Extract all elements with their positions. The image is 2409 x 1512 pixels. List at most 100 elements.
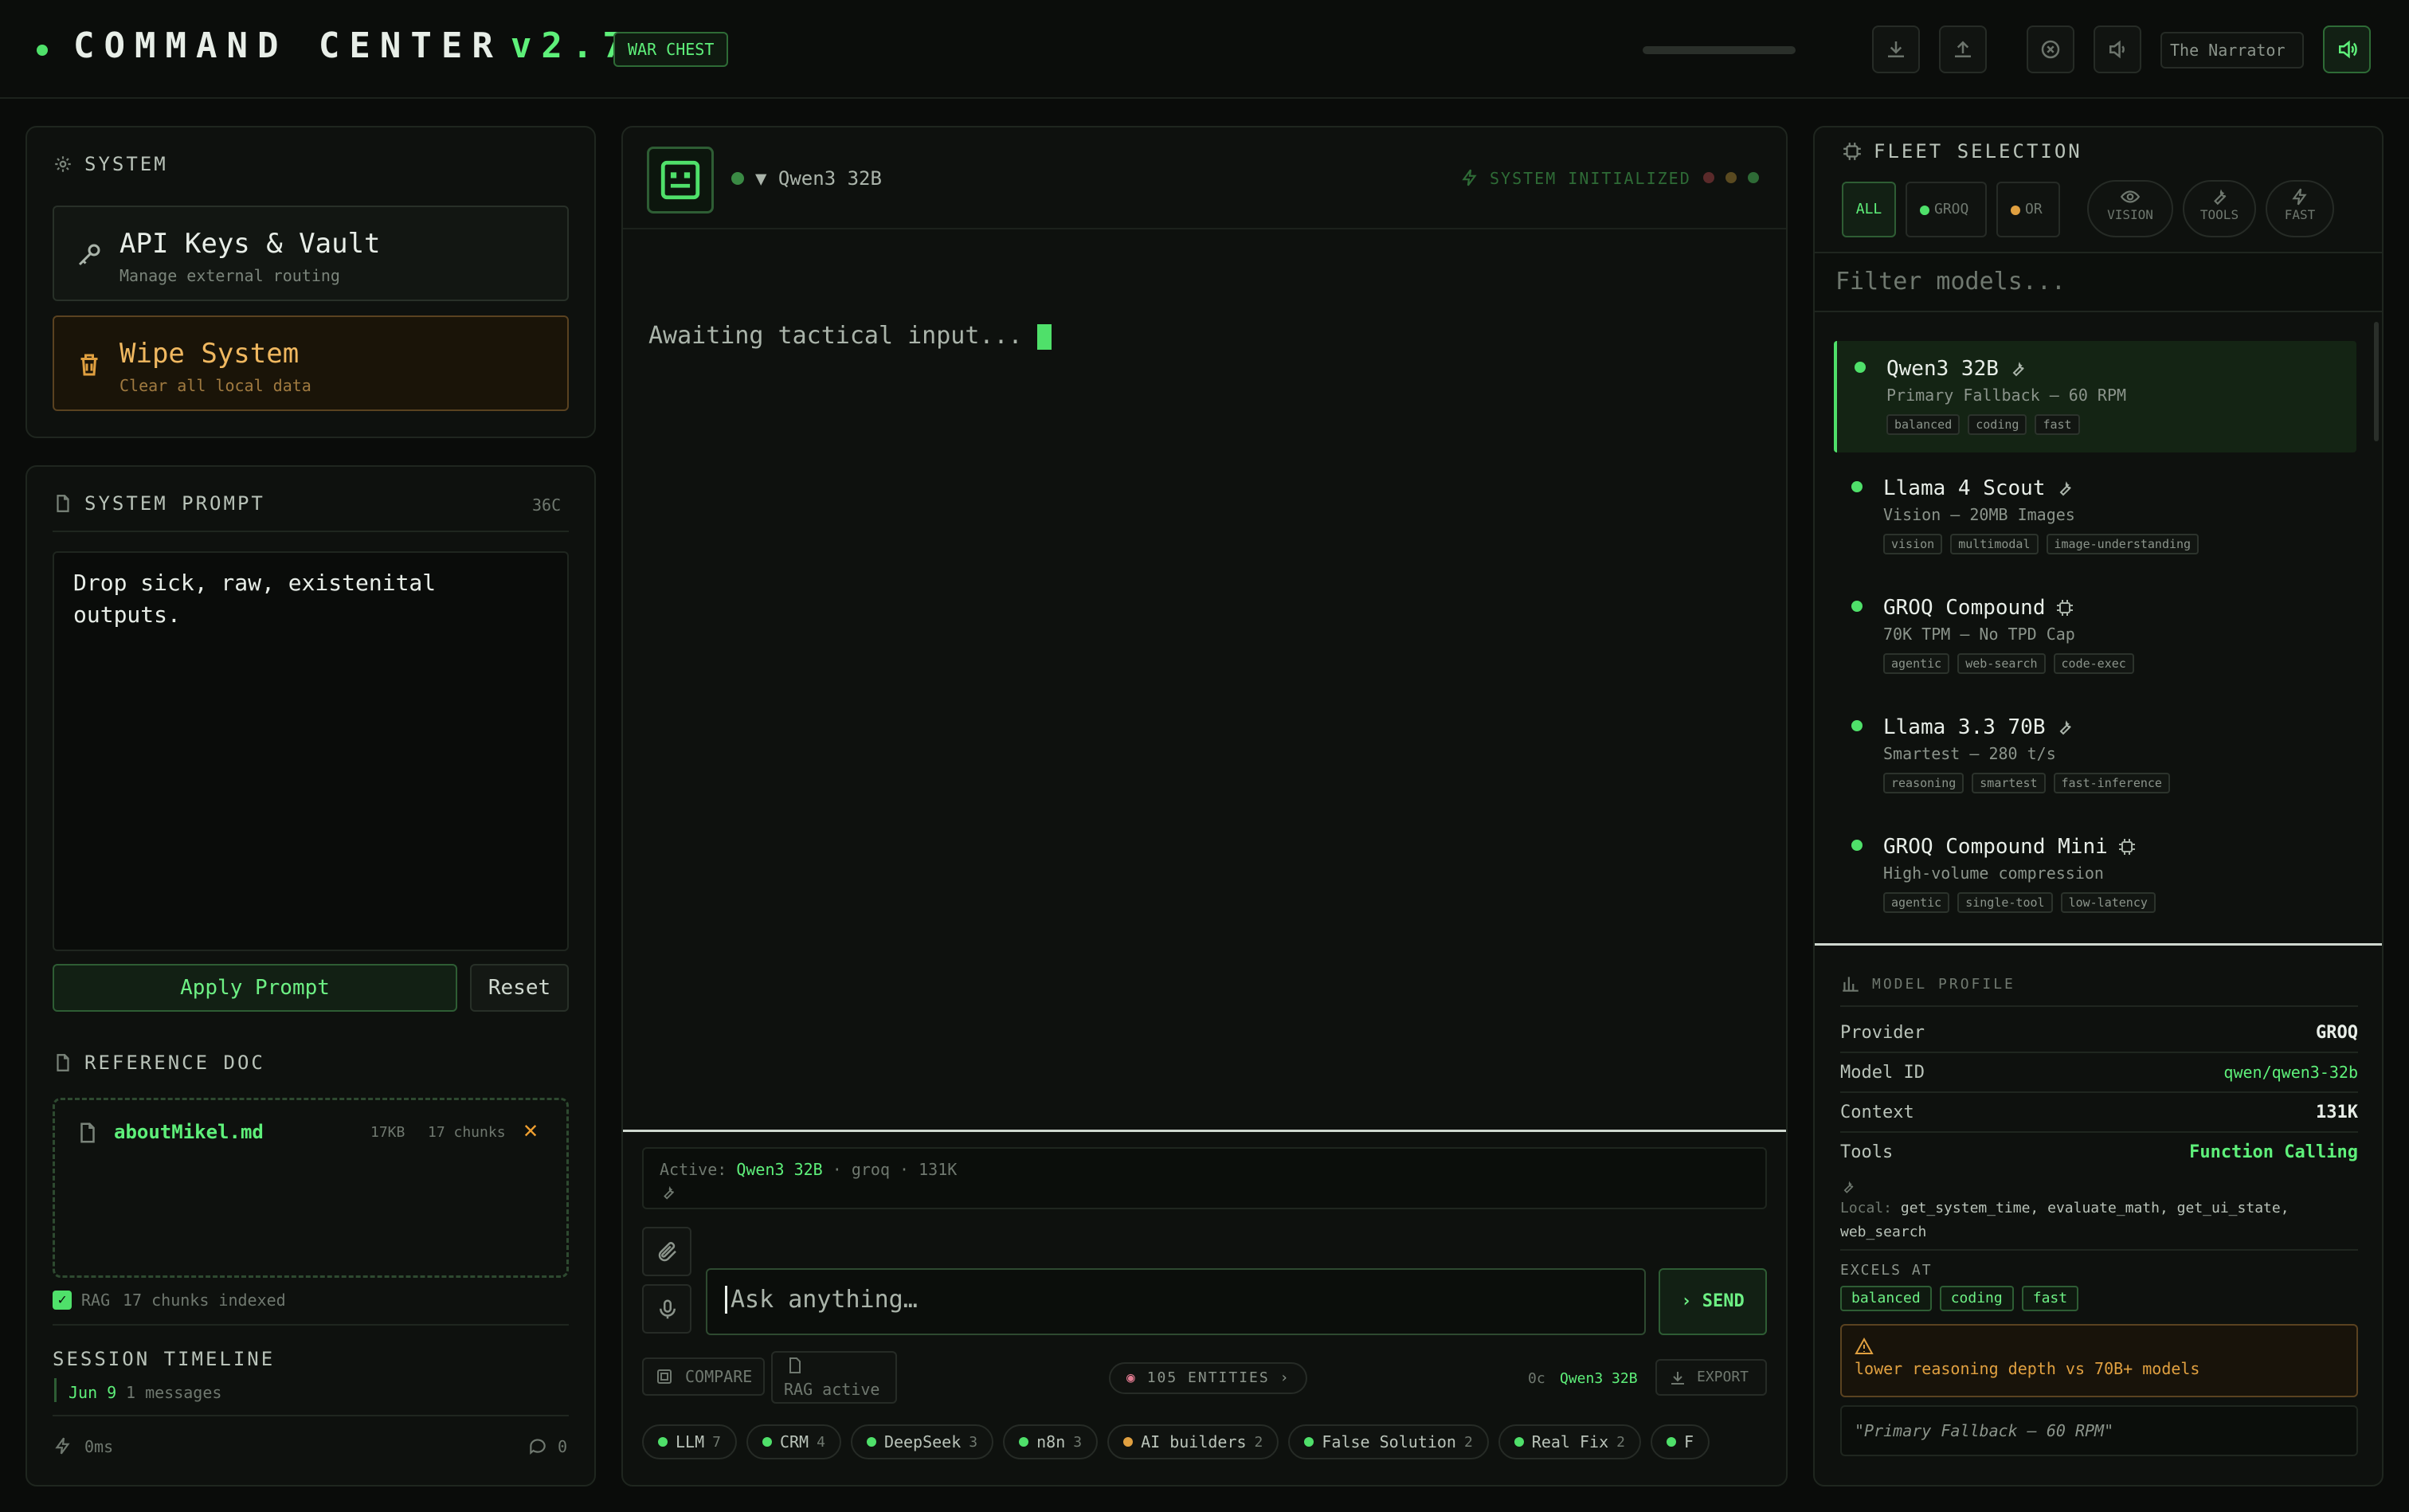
war-chest-badge[interactable]: WAR CHEST: [613, 32, 729, 67]
api-keys-button[interactable]: API Keys & Vault Manage external routing: [53, 206, 569, 301]
model-dropdown[interactable]: ▼ Qwen3 32B: [755, 167, 882, 190]
wipe-system-title: Wipe System: [119, 338, 300, 370]
model-item-llama-3-3-70b[interactable]: Llama 3.3 70B Smartest — 280 t/s reasoni…: [1834, 699, 2356, 811]
entity-chip-count: 2: [1463, 1433, 1473, 1451]
robot-avatar: [647, 147, 714, 213]
entity-chip[interactable]: DeepSeek 3: [850, 1424, 994, 1459]
profile-value: qwen/qwen3-32b: [2223, 1063, 2358, 1082]
divider: [1840, 1005, 2358, 1007]
model-tag: multimodal: [1950, 534, 2039, 554]
model-filter-placeholder: Filter models...: [1835, 268, 2066, 296]
rag-checkbox[interactable]: ✓: [53, 1291, 72, 1310]
profile-value: 131K: [2316, 1103, 2358, 1122]
remove-file-icon[interactable]: ✕: [523, 1116, 538, 1144]
entity-chip[interactable]: AI builders 2: [1107, 1424, 1279, 1459]
entity-chip-count: 2: [1254, 1433, 1263, 1451]
entity-chip[interactable]: False Solution 2: [1288, 1424, 1489, 1459]
model-tag: code-exec: [2053, 653, 2134, 674]
apply-prompt-button[interactable]: Apply Prompt: [53, 964, 457, 1012]
cap-vision[interactable]: VISION: [2087, 180, 2173, 237]
entity-chip[interactable]: LLM 7: [642, 1424, 737, 1459]
chip-icon: [1843, 143, 1861, 160]
model-name: GROQ Compound Mini: [1883, 835, 2137, 859]
model-item-groq-compound-mini[interactable]: GROQ Compound Mini High-volume compressi…: [1834, 819, 2356, 930]
model-item-groq-compound[interactable]: GROQ Compound 70K TPM — No TPD Cap agent…: [1834, 580, 2356, 691]
download-icon: [1671, 1372, 1684, 1385]
model-item-qwen3-32b[interactable]: Qwen3 32B Primary Fallback — 60 RPM bala…: [1834, 341, 2356, 452]
key-icon: [75, 241, 104, 269]
chat-input[interactable]: Ask anything…: [706, 1268, 1646, 1335]
entity-chip-count: 7: [712, 1433, 721, 1451]
model-name-text: Llama 3.3 70B: [1883, 715, 2046, 739]
scrollbar-thumb[interactable]: [2374, 322, 2379, 441]
wipe-system-button[interactable]: Wipe System Clear all local data: [53, 315, 569, 411]
send-button[interactable]: › SEND: [1659, 1268, 1767, 1335]
file-icon: [80, 1122, 95, 1143]
attach-button[interactable]: [642, 1227, 691, 1276]
filter-or[interactable]: OR: [1996, 182, 2060, 237]
entity-chip[interactable]: CRM 4: [746, 1424, 841, 1459]
model-filter-input[interactable]: Filter models...: [1815, 252, 2382, 312]
model-tag: web-search: [1957, 653, 2046, 674]
document-icon: [57, 495, 69, 512]
model-quote-text: "Primary Fallback — 60 RPM": [1855, 1421, 2114, 1440]
profile-row-provider: Provider GROQ: [1840, 1015, 2358, 1053]
divider: [53, 531, 569, 532]
reset-prompt-button[interactable]: Reset: [470, 964, 569, 1012]
wrench-icon: [1843, 1181, 1854, 1193]
entity-dot: [1666, 1437, 1676, 1447]
entity-chip-row: LLM 7 CRM 4 DeepSeek 3 n8n 3 AI builders 2 False S…: [642, 1424, 1767, 1459]
model-desc: Vision — 20MB Images: [1883, 505, 2075, 524]
export-button[interactable]: EXPORT: [1655, 1359, 1767, 1396]
chat-input-placeholder: Ask anything…: [725, 1286, 918, 1314]
chip-icon: [2056, 600, 2073, 616]
cap-fast-label: FAST: [2284, 207, 2316, 222]
chevron-right-icon: ›: [1681, 1291, 1692, 1311]
filter-all[interactable]: ALL: [1842, 182, 1896, 237]
entity-chip-label: F: [1683, 1432, 1694, 1451]
speaker-on-icon: [2339, 40, 2357, 59]
model-name: Llama 3.3 70B: [1883, 715, 2074, 739]
wrench-icon: [2012, 362, 2024, 377]
bar-chart-icon: [1843, 977, 1859, 992]
top-progress-bar[interactable]: [1643, 46, 1796, 54]
stop-button[interactable]: [2027, 25, 2074, 73]
char-count: 0c: [1528, 1370, 1545, 1387]
cap-tools[interactable]: TOOLS: [2183, 180, 2256, 237]
entity-chip-label: n8n: [1036, 1432, 1066, 1451]
model-desc: High-volume compression: [1883, 864, 2104, 883]
cap-fast[interactable]: FAST: [2266, 180, 2334, 237]
upload-button[interactable]: [1939, 25, 1987, 73]
input-divider: [623, 1130, 1786, 1132]
narrator-select[interactable]: The Narrator: [2160, 32, 2304, 69]
compare-button[interactable]: COMPARE: [642, 1357, 765, 1396]
download-button[interactable]: [1872, 25, 1920, 73]
model-item-llama-4-scout[interactable]: Llama 4 Scout Vision — 20MB Images visio…: [1834, 460, 2356, 572]
file-drop-zone[interactable]: aboutMikel.md 17KB 17 chunks ✕: [53, 1098, 569, 1278]
entity-dot: [762, 1437, 772, 1447]
microphone-button[interactable]: [642, 1284, 691, 1334]
timeline-date[interactable]: Jun 9: [69, 1383, 116, 1402]
reference-doc-title: REFERENCE DOC: [84, 1052, 265, 1074]
entity-chip[interactable]: F: [1650, 1424, 1710, 1459]
entity-chip[interactable]: n8n 3: [1003, 1424, 1099, 1459]
entity-chip-label: DeepSeek: [883, 1432, 962, 1451]
file-chunks: 17 chunks: [428, 1124, 506, 1141]
profile-key: Context: [1840, 1103, 1914, 1122]
model-name-text: GROQ Compound Mini: [1883, 835, 2108, 859]
wrench-icon: [2059, 720, 2071, 735]
model-tag: fast-inference: [2053, 773, 2170, 793]
entity-chip-label: CRM: [779, 1432, 809, 1451]
entity-chip-label: LLM: [676, 1432, 705, 1451]
app-title: COMMAND CENTER v2.7: [73, 25, 633, 66]
voice-toggle-button[interactable]: [2323, 25, 2371, 73]
rag-active-button[interactable]: RAG active: [771, 1351, 897, 1404]
model-tag: reasoning: [1883, 773, 1964, 793]
entities-badge[interactable]: ◉ 105 ENTITIES ›: [1109, 1362, 1308, 1394]
filter-groq[interactable]: GROQ: [1906, 182, 1987, 237]
divider: [53, 1415, 569, 1416]
rag-active-label: RAG active: [784, 1380, 880, 1399]
entity-chip[interactable]: Real Fix 2: [1498, 1424, 1641, 1459]
mute-button[interactable]: [2094, 25, 2141, 73]
system-prompt-textarea[interactable]: Drop sick, raw, existenital outputs.: [53, 551, 569, 951]
